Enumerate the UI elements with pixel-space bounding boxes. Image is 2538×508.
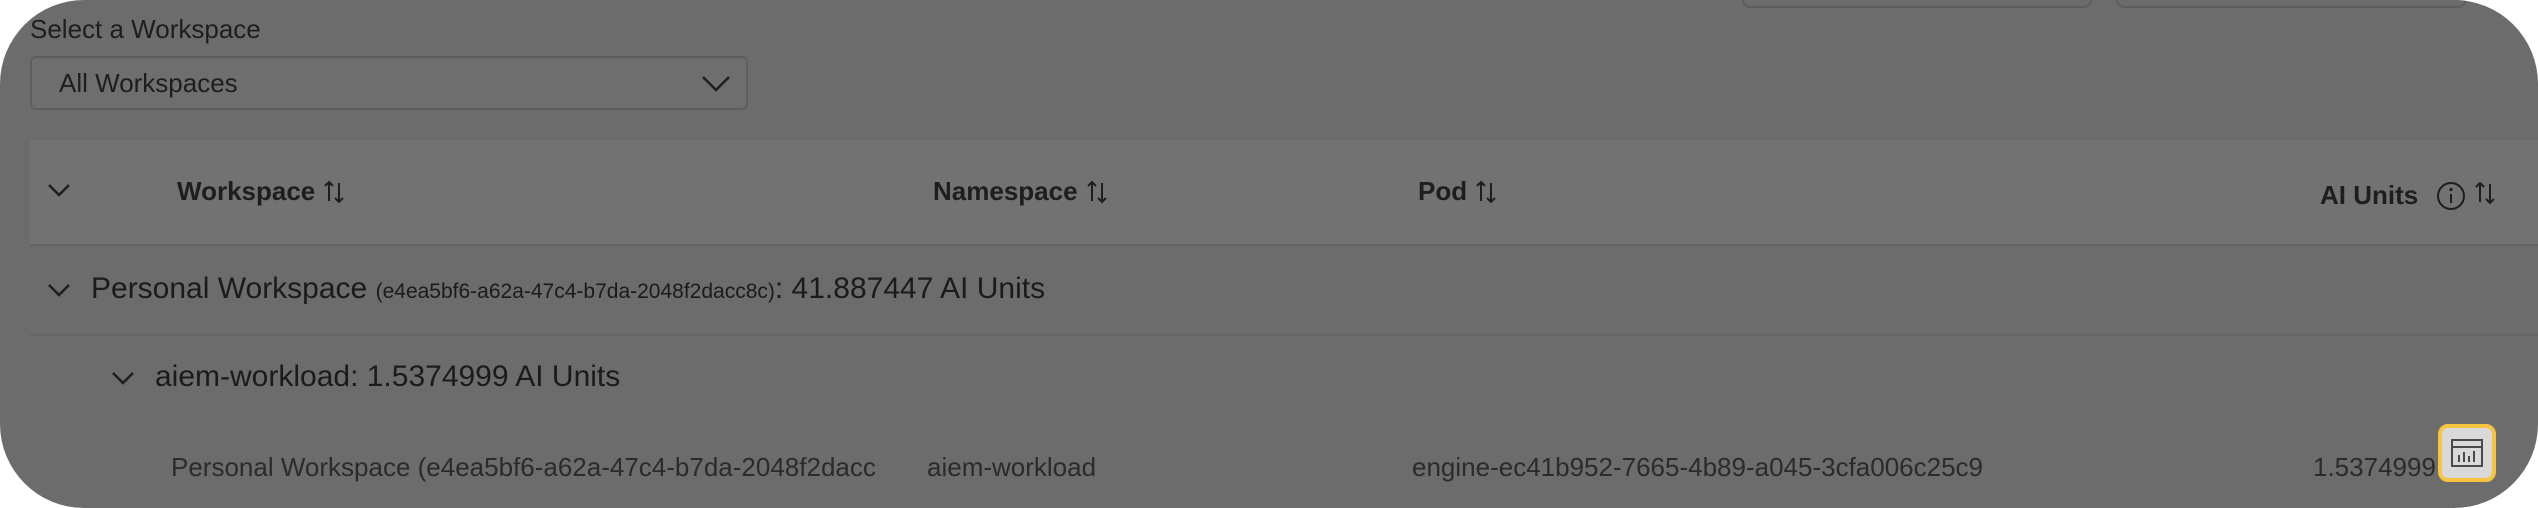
sort-icon [1086,180,1107,203]
chevron-down-icon [702,76,730,92]
workspace-select[interactable]: All Workspaces [30,56,748,110]
table-row: Personal Workspace (e4ea5bf6-a62a-47c4-b… [30,422,2538,508]
group-name: Personal Workspace [91,272,368,305]
usage-table: Workspace Namespace Pod AI Units Persona… [30,140,2538,508]
cell-namespace: aiem-workload [927,452,1097,482]
chevron-down-icon[interactable] [46,280,72,300]
column-header-ai-units[interactable]: AI Units [2320,180,2496,211]
column-header-workspace[interactable]: Workspace [177,176,345,207]
cell-pod: engine-ec41b952-7665-4b89-a045-3cfa006c2… [1412,452,1984,482]
report-button[interactable] [2438,424,2496,482]
collapse-all-icon[interactable] [46,180,72,200]
table-header: Workspace Namespace Pod AI Units [30,140,2538,246]
column-header-pod[interactable]: Pod [1418,176,1497,207]
chevron-down-icon[interactable] [110,368,136,388]
info-icon[interactable] [2436,181,2466,211]
sort-icon [1476,180,1496,203]
workspace-select-label: Select a Workspace [30,14,261,44]
group-id: (e4ea5bf6-a62a-47c4-b7da-2048f2dacc8c) [375,280,775,303]
workspace-select-value: All Workspaces [59,67,238,98]
report-icon [2451,439,2483,467]
sort-icon [324,180,344,203]
column-header-namespace[interactable]: Namespace [933,176,1108,207]
table-row-group: Personal Workspace (e4ea5bf6-a62a-47c4-b… [30,246,2538,336]
group-label: Personal Workspace (e4ea5bf6-a62a-47c4-b… [91,272,1045,306]
sort-icon [2475,181,2495,204]
table-row-subgroup: aiem-workload: 1.5374999 AI Units [30,336,2538,422]
top-button-right[interactable] [2116,0,2466,8]
group-total: : 41.887447 AI Units [774,272,1046,305]
app-frame: Select a Workspace All Workspaces Worksp… [0,0,2538,508]
cell-workspace: Personal Workspace (e4ea5bf6-a62a-47c4-b… [171,452,876,482]
top-button-left[interactable] [1742,0,2092,8]
cell-ai-units: 1.5374999 [2313,452,2436,482]
subgroup-label: aiem-workload: 1.5374999 AI Units [155,360,621,393]
